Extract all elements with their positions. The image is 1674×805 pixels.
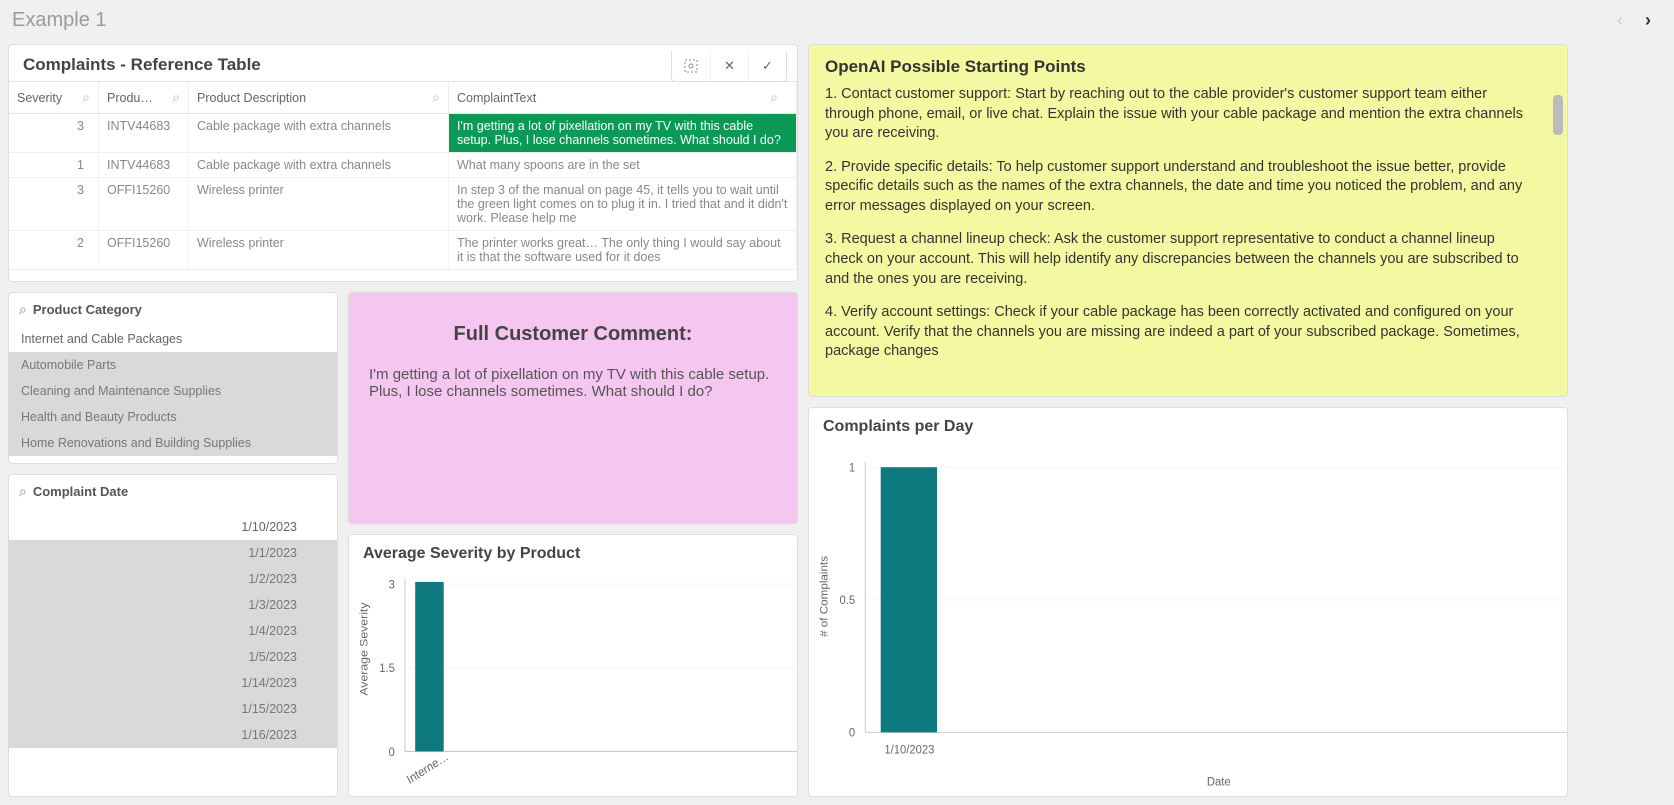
comment-panel: Full Customer Comment: I'm getting a lot… <box>348 292 798 524</box>
svg-text:0.5: 0.5 <box>839 595 855 607</box>
next-page-button[interactable]: › <box>1634 10 1662 31</box>
table-row[interactable]: 3OFFI15260Wireless printerIn step 3 of t… <box>9 178 797 231</box>
list-item[interactable]: Home Renovations and Building Supplies <box>9 430 337 456</box>
svg-text:Interne…: Interne… <box>405 750 451 787</box>
svg-text:0: 0 <box>849 727 855 739</box>
complaint-date-title: Complaint Date <box>9 475 337 514</box>
complaints-table-actions: ✕ ✓ <box>671 51 787 82</box>
openai-paragraph: 3. Request a channel lineup check: Ask t… <box>825 230 1531 289</box>
prev-page-button[interactable]: ‹ <box>1606 10 1634 31</box>
list-item[interactable]: Cleaning and Maintenance Supplies <box>9 378 337 404</box>
openai-body[interactable]: 1. Contact customer support: Start by re… <box>809 85 1567 396</box>
svg-text:# of Complaints: # of Complaints <box>819 556 831 637</box>
complaints-per-day-panel: Complaints per Day # of Complaints 1 0.5… <box>808 407 1568 797</box>
list-item[interactable]: 1/15/2023 <box>9 696 337 722</box>
list-item[interactable]: 1/2/2023 <box>9 566 337 592</box>
scrollbar[interactable] <box>1553 95 1563 135</box>
search-icon[interactable] <box>432 89 440 106</box>
list-item[interactable]: 1/5/2023 <box>9 644 337 670</box>
complaints-table-body[interactable]: 3INTV44683Cable package with extra chann… <box>9 114 797 281</box>
comment-body: I'm getting a lot of pixellation on my T… <box>349 366 797 400</box>
complaint-date-panel: Complaint Date 1/10/20231/1/20231/2/2023… <box>8 474 338 797</box>
list-item[interactable]: Automobile Parts <box>9 352 337 378</box>
openai-paragraph: 2. Provide specific details: To help cus… <box>825 158 1531 217</box>
search-icon[interactable] <box>19 483 27 500</box>
col-product[interactable]: Produ… <box>99 82 189 113</box>
openai-title: OpenAI Possible Starting Points <box>809 45 1567 85</box>
svg-text:1.5: 1.5 <box>379 662 395 676</box>
openai-paragraph: 1. Contact customer support: Start by re… <box>825 85 1531 144</box>
product-category-title: Product Category <box>9 293 337 326</box>
list-item[interactable]: 1/3/2023 <box>9 592 337 618</box>
product-category-panel: Product Category Internet and Cable Pack… <box>8 292 338 464</box>
cpd-chart-title: Complaints per Day <box>809 408 1567 446</box>
header: Example 1 ‹ › <box>0 0 1674 40</box>
list-item[interactable]: 1/10/2023 <box>9 514 337 540</box>
search-icon[interactable] <box>172 89 180 106</box>
svg-text:1/10/2023: 1/10/2023 <box>884 744 934 756</box>
col-severity[interactable]: Severity <box>9 82 99 113</box>
list-item[interactable]: 1/16/2023 <box>9 722 337 748</box>
search-icon[interactable] <box>770 89 778 106</box>
lasso-select-icon[interactable] <box>672 51 710 81</box>
search-icon[interactable] <box>82 89 90 106</box>
table-row[interactable]: 2OFFI15260Wireless printerThe printer wo… <box>9 231 797 270</box>
list-item[interactable]: Health and Beauty Products <box>9 404 337 430</box>
severity-chart: Average Severity 3 1.5 0 <box>349 573 797 796</box>
col-complaint-text[interactable]: ComplaintText <box>449 82 797 113</box>
close-icon[interactable]: ✕ <box>710 51 748 81</box>
openai-paragraph: 4. Verify account settings: Check if you… <box>825 303 1531 362</box>
severity-chart-title: Average Severity by Product <box>349 535 797 573</box>
product-category-list[interactable]: Internet and Cable PackagesAutomobile Pa… <box>9 326 337 463</box>
page-title: Example 1 <box>12 9 1606 32</box>
svg-text:0: 0 <box>389 745 396 759</box>
comment-title: Full Customer Comment: <box>349 293 797 366</box>
svg-text:Date: Date <box>1207 776 1231 788</box>
confirm-icon[interactable]: ✓ <box>748 51 786 81</box>
complaints-table-panel: Complaints - Reference Table ✕ ✓ Severit… <box>8 44 798 282</box>
complaint-date-list[interactable]: 1/10/20231/1/20231/2/20231/3/20231/4/202… <box>9 514 337 796</box>
severity-chart-panel: Average Severity by Product Average Seve… <box>348 534 798 797</box>
svg-text:3: 3 <box>389 578 396 592</box>
col-description[interactable]: Product Description <box>189 82 449 113</box>
list-item[interactable]: 1/1/2023 <box>9 540 337 566</box>
list-item[interactable]: 1/4/2023 <box>9 618 337 644</box>
list-item[interactable]: Internet and Cable Packages <box>9 326 337 352</box>
search-icon[interactable] <box>19 301 27 318</box>
table-row[interactable]: 1INTV44683Cable package with extra chann… <box>9 153 797 178</box>
cpd-chart: # of Complaints 1 0.5 0 1/10/2023 Date <box>809 446 1567 796</box>
openai-panel: OpenAI Possible Starting Points 1. Conta… <box>808 44 1568 397</box>
table-row[interactable]: 3INTV44683Cable package with extra chann… <box>9 114 797 153</box>
list-item[interactable]: 1/14/2023 <box>9 670 337 696</box>
complaints-table-header: Severity Produ… Product Description Comp… <box>9 81 797 114</box>
svg-text:1: 1 <box>849 462 855 474</box>
svg-text:Average Severity: Average Severity <box>358 602 370 695</box>
